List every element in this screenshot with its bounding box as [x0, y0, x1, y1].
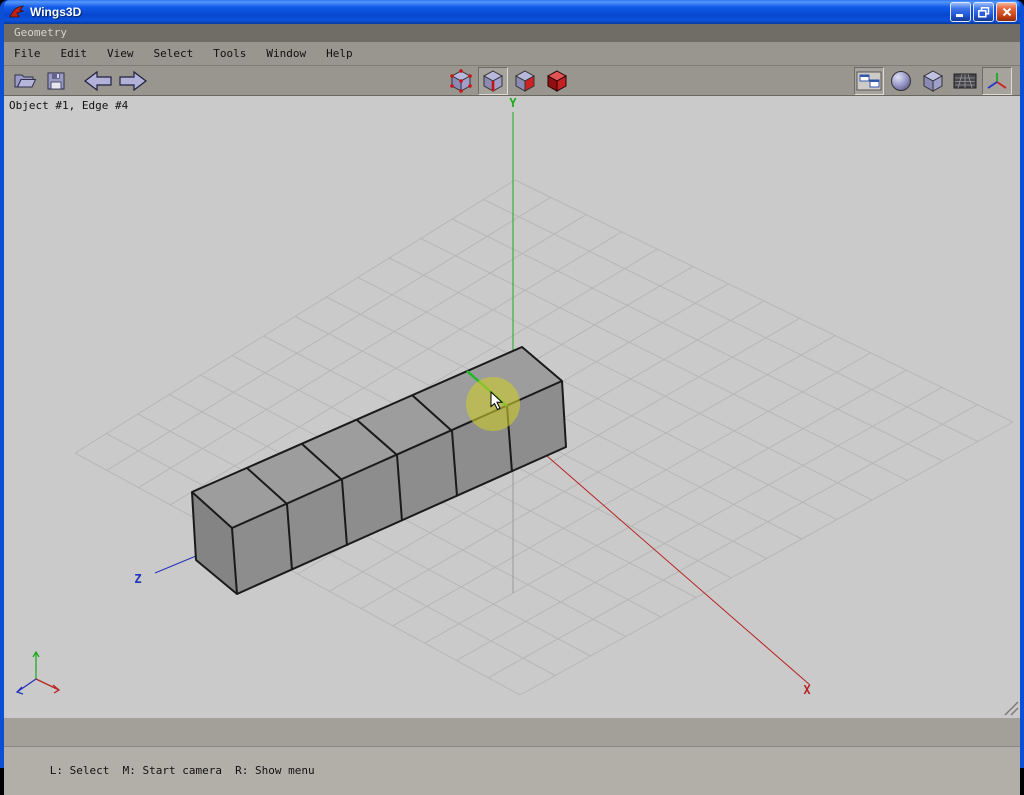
- menu-tools[interactable]: Tools: [203, 42, 256, 65]
- geometry-window-label: Geometry: [14, 26, 67, 39]
- forward-button[interactable]: [116, 67, 150, 95]
- resize-grip[interactable]: [1005, 702, 1018, 715]
- show-axes-icon: [985, 70, 1009, 92]
- edge-select-button[interactable]: [478, 67, 508, 95]
- smooth-shaded-button[interactable]: [886, 67, 916, 95]
- y-axis-label: Y: [509, 96, 517, 110]
- back-arrow-icon: [82, 70, 114, 92]
- y-axis: Y: [509, 96, 517, 593]
- show-axes-button[interactable]: [982, 67, 1012, 95]
- edge-select-icon: [481, 69, 505, 93]
- window-title: Wings3D: [30, 5, 948, 19]
- x-axis: X: [547, 456, 811, 697]
- workmode-cube-icon: [921, 69, 945, 93]
- save-button[interactable]: [41, 67, 71, 95]
- close-icon: [1002, 7, 1012, 17]
- menu-file[interactable]: File: [4, 42, 51, 65]
- info-line: Object #1, Edge #4: [9, 99, 128, 112]
- body-select-button[interactable]: [542, 67, 572, 95]
- geometry-window-tab: Geometry: [4, 24, 1020, 42]
- restore-icon: [978, 7, 990, 18]
- menu-edit[interactable]: Edit: [51, 42, 98, 65]
- save-icon: [46, 71, 66, 91]
- toolbar: [4, 65, 1020, 96]
- face-select-icon: [513, 69, 537, 93]
- open-icon: [13, 71, 37, 91]
- bottom-panel: [4, 718, 1020, 746]
- menu-view[interactable]: View: [97, 42, 144, 65]
- mini-axes: [17, 652, 59, 694]
- vertex-select-icon: [449, 69, 473, 93]
- back-button[interactable]: [81, 67, 115, 95]
- body-select-icon: [545, 69, 569, 93]
- view-windows-icon: [856, 71, 882, 91]
- view-windows-button[interactable]: [854, 67, 884, 95]
- viewport[interactable]: Y X Z: [4, 96, 1020, 718]
- face-select-button[interactable]: [510, 67, 540, 95]
- ground-plane-icon: [953, 71, 977, 91]
- vertex-select-button[interactable]: [446, 67, 476, 95]
- menu-select[interactable]: Select: [144, 42, 204, 65]
- minimize-icon: [955, 7, 966, 17]
- z-axis: Z: [134, 556, 196, 586]
- menubar: File Edit View Select Tools Window Help: [4, 42, 1020, 65]
- app-window: Wings3D Geometry File Edit View Select T…: [0, 0, 1024, 768]
- forward-arrow-icon: [117, 70, 149, 92]
- open-button[interactable]: [10, 67, 40, 95]
- app-body: Geometry File Edit View Select Tools Win…: [4, 24, 1020, 764]
- x-axis-label: X: [803, 683, 811, 697]
- selection-mode-group: [446, 67, 572, 95]
- z-axis-label: Z: [134, 572, 141, 586]
- restore-button[interactable]: [973, 2, 994, 22]
- smooth-shaded-icon: [890, 70, 912, 92]
- mouse-hints: L: Select M: Start camera R: Show menu: [50, 764, 315, 777]
- view-options-group: [854, 67, 1012, 95]
- minimize-button[interactable]: [950, 2, 971, 22]
- menu-help[interactable]: Help: [316, 42, 363, 65]
- titlebar[interactable]: Wings3D: [4, 0, 1020, 24]
- menu-window[interactable]: Window: [256, 42, 316, 65]
- close-button[interactable]: [996, 2, 1017, 22]
- ground-plane-button[interactable]: [950, 67, 980, 95]
- viewport-svg[interactable]: Y X Z: [4, 96, 1020, 718]
- workmode-button[interactable]: [918, 67, 948, 95]
- statusbar: L: Select M: Start camera R: Show menu: [4, 746, 1020, 795]
- app-logo-icon: [9, 4, 25, 20]
- toolbar-file-group: [10, 67, 150, 95]
